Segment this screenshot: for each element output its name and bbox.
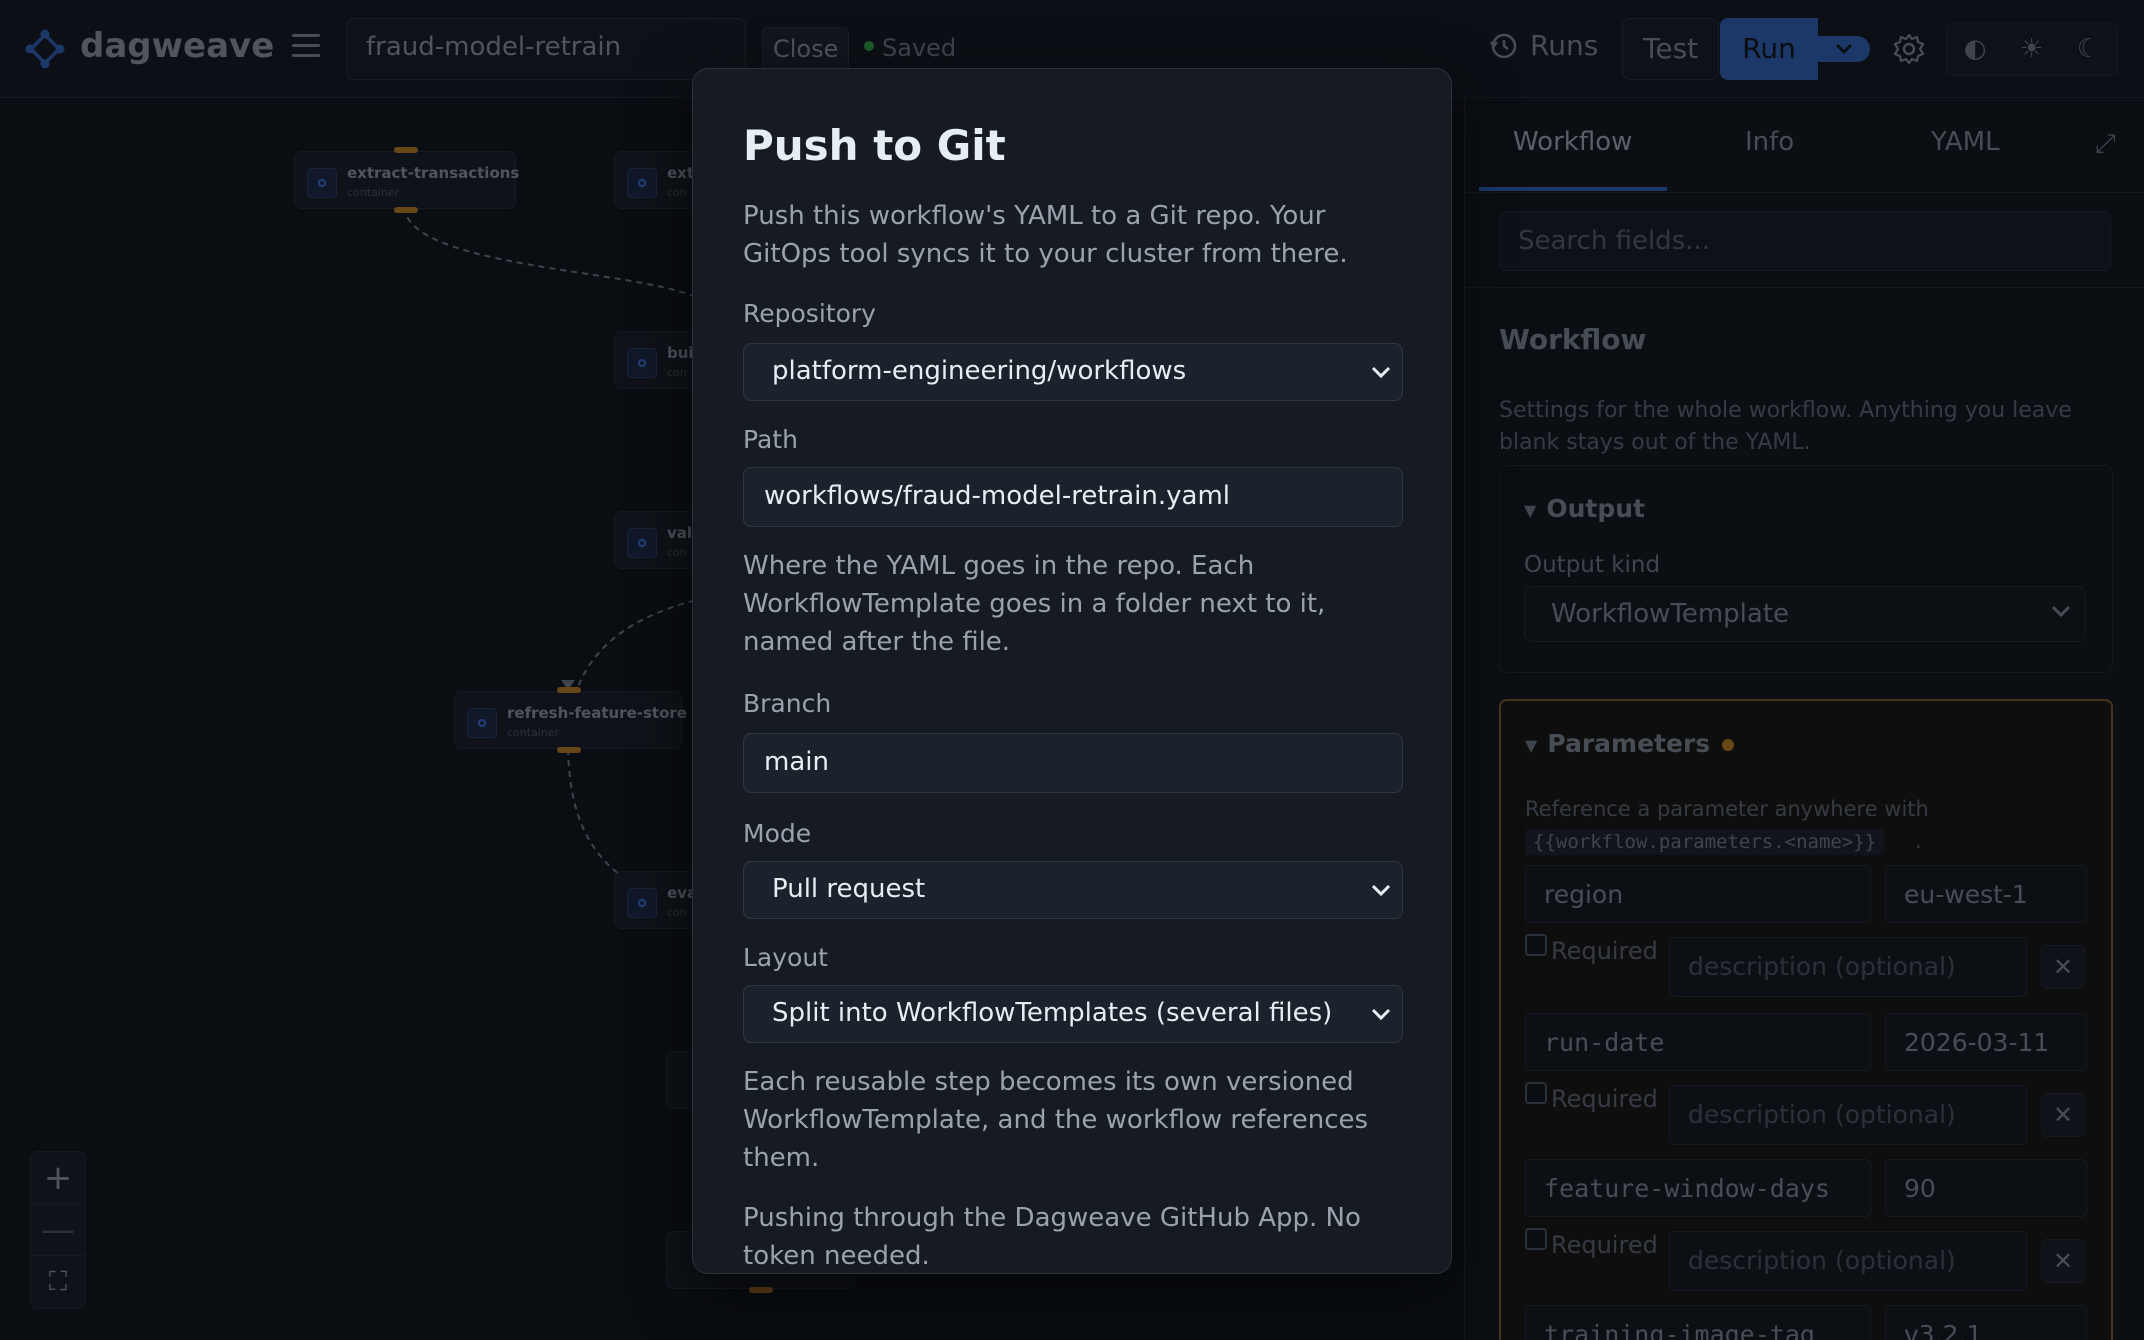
mode-label: Mode [743, 819, 812, 848]
chevron-down-icon [1371, 366, 1391, 379]
mode-value: Pull request [772, 874, 926, 904]
path-help-text: Where the YAML goes in the repo. Each Wo… [743, 551, 1326, 657]
branch-label: Branch [743, 689, 832, 718]
repository-select[interactable]: platform-engineering/workflows [743, 343, 1403, 401]
repository-value: platform-engineering/workflows [772, 356, 1187, 386]
layout-value: Split into WorkflowTemplates (several fi… [772, 998, 1333, 1028]
layout-select[interactable]: Split into WorkflowTemplates (several fi… [743, 985, 1403, 1043]
path-label: Path [743, 425, 798, 454]
branch-input[interactable]: main [743, 733, 1403, 793]
chevron-down-icon [1371, 884, 1391, 897]
layout-help-text: Each reusable step becomes its own versi… [743, 1067, 1369, 1173]
auth-note: Pushing through the Dagweave GitHub App.… [743, 1203, 1361, 1271]
layout-label: Layout [743, 943, 828, 972]
dialog-title: Push to Git [743, 121, 1006, 170]
chevron-down-icon [1371, 1008, 1391, 1021]
push-to-git-dialog: Push to Git Push this workflow's YAML to… [692, 68, 1452, 1274]
path-input[interactable]: workflows/fraud-model-retrain.yaml [743, 467, 1403, 527]
mode-select[interactable]: Pull request [743, 861, 1403, 919]
repository-label: Repository [743, 299, 876, 328]
dialog-description: Push this workflow's YAML to a Git repo.… [743, 201, 1348, 269]
